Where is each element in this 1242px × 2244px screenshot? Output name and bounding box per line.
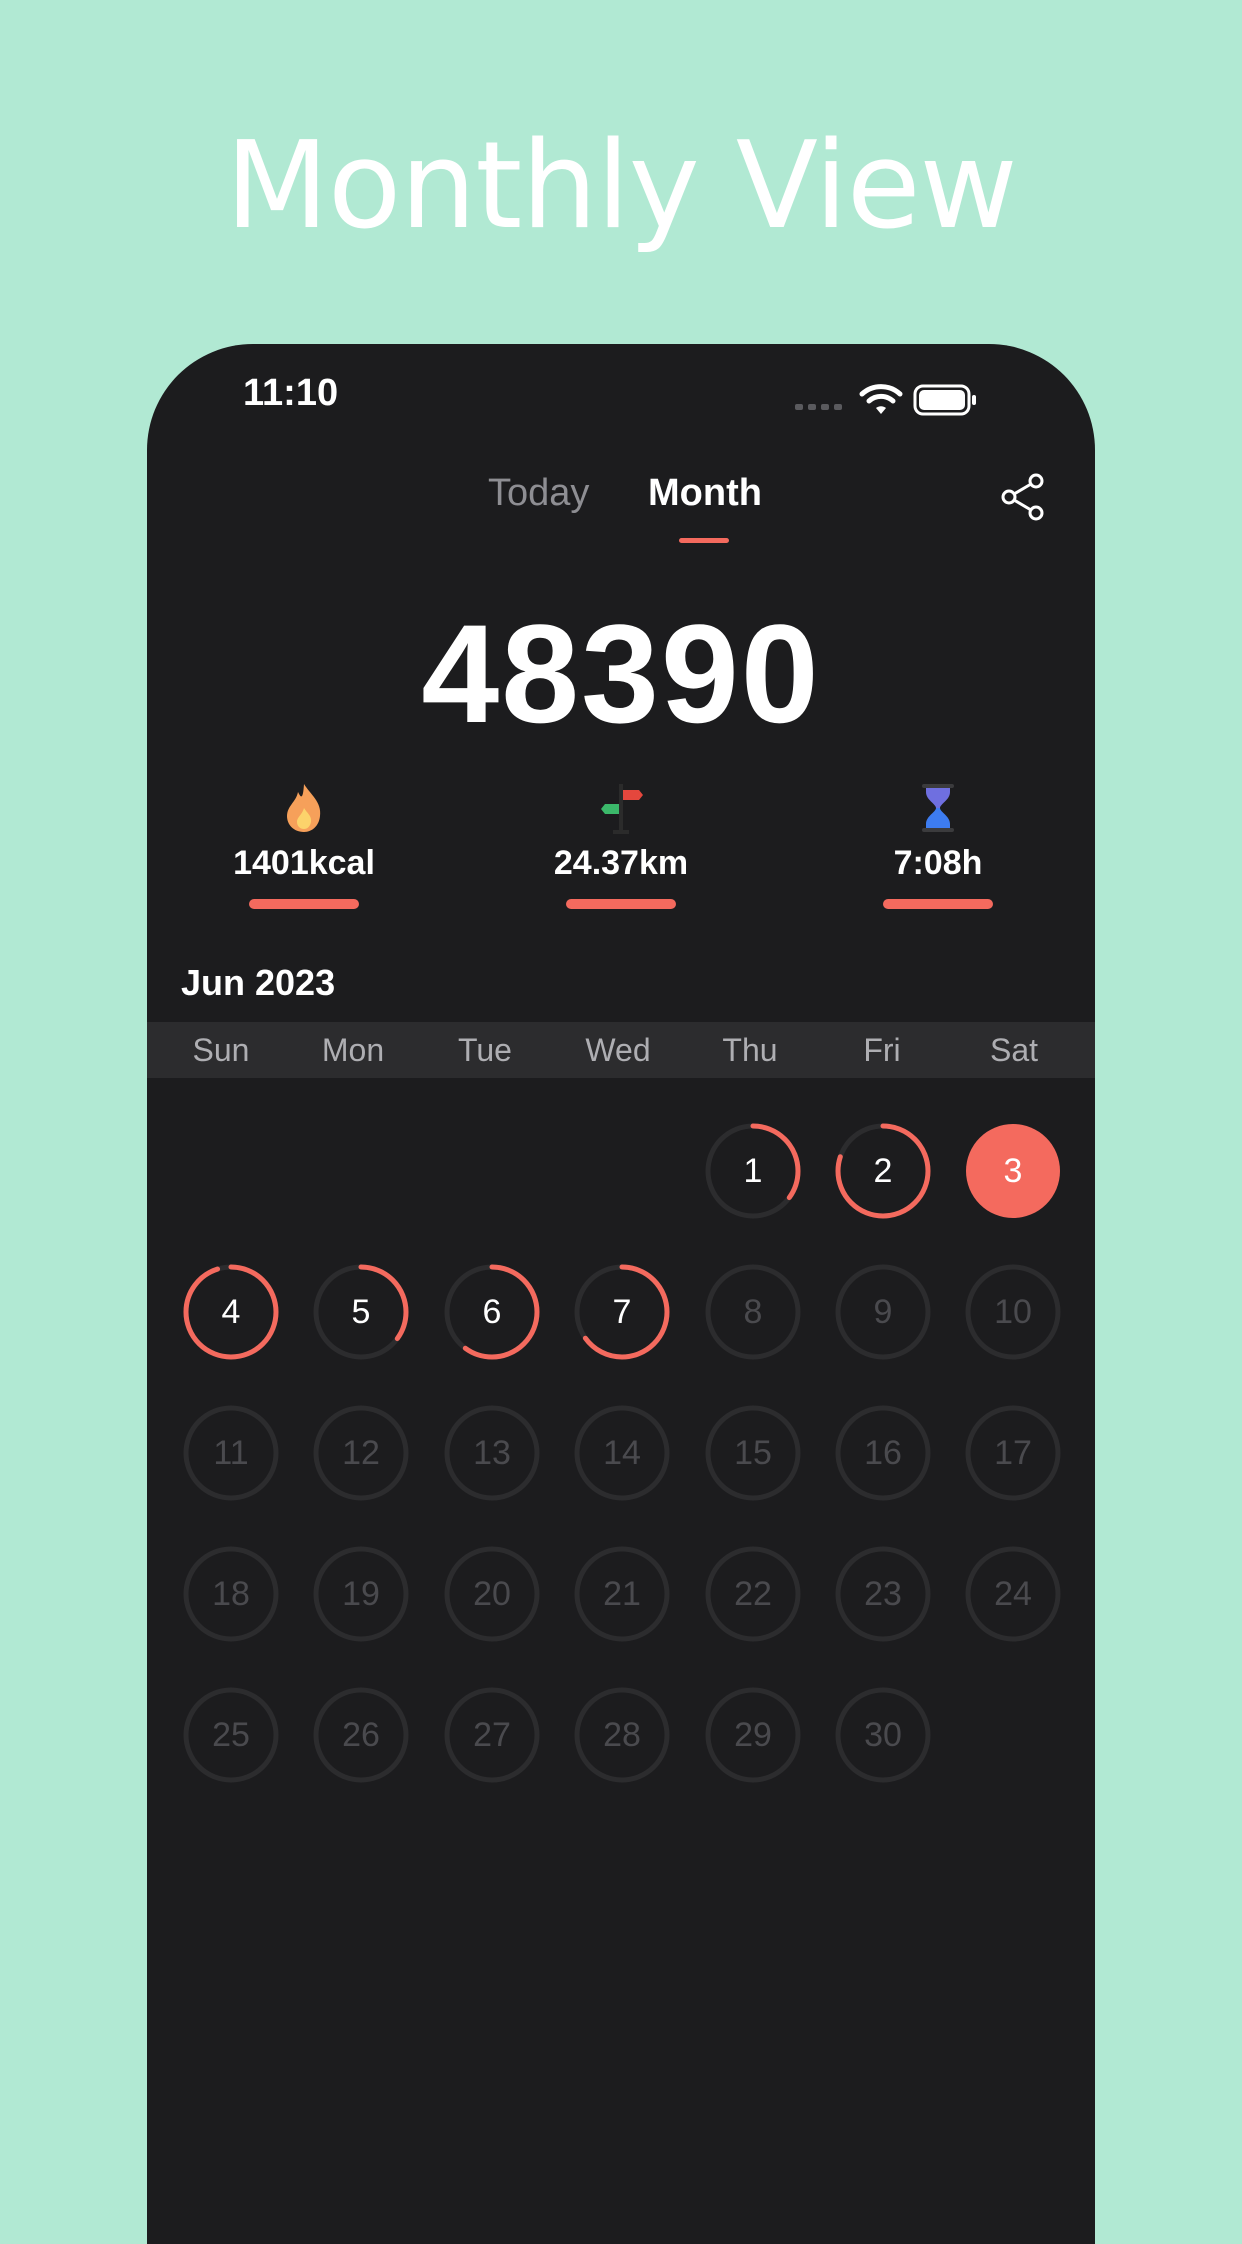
calendar-day[interactable]: 28 [573,1686,671,1784]
calendar-day[interactable]: 15 [704,1404,802,1502]
calendar-day[interactable]: 22 [704,1545,802,1643]
day-number: 17 [994,1434,1032,1472]
view-tabs: Today Month [147,472,1095,562]
day-number: 15 [734,1434,772,1472]
promo-title: Monthly View [225,117,1017,256]
day-number: 25 [212,1716,250,1754]
day-number: 23 [864,1575,902,1613]
calendar-day[interactable]: 30 [834,1686,932,1784]
day-number: 14 [603,1434,641,1472]
day-number: 19 [342,1575,380,1613]
calendar-month-label: Jun 2023 [181,962,336,1003]
calendar-day[interactable]: 13 [443,1404,541,1502]
phone-screen: 11:10 Today Month 48390 1401kcal 24.37km… [147,344,1095,2244]
weekday-mon: Mon [321,1032,385,1068]
calendar-day[interactable]: 2 [834,1122,932,1220]
day-number: 16 [864,1434,902,1472]
day-number: 6 [482,1293,502,1331]
calendar-day[interactable]: 7 [573,1263,671,1361]
day-number: 30 [864,1716,902,1754]
calendar-day[interactable]: 23 [834,1545,932,1643]
day-number: 26 [342,1716,380,1754]
calendar-day[interactable]: 29 [704,1686,802,1784]
day-number: 2 [873,1152,893,1190]
day-number: 29 [734,1716,772,1754]
weekday-fri: Fri [863,1032,901,1068]
signal-icon [795,404,842,410]
calendar-day[interactable]: 19 [312,1545,410,1643]
weekday-tue: Tue [458,1032,512,1068]
day-number: 10 [994,1293,1032,1331]
day-number: 5 [351,1293,371,1331]
calendar-day[interactable]: 12 [312,1404,410,1502]
calendar-day[interactable]: 4 [182,1263,280,1361]
calendar-day[interactable]: 5 [312,1263,410,1361]
day-number: 22 [734,1575,772,1613]
calendar-day[interactable]: 8 [704,1263,802,1361]
calendar-day[interactable]: 24 [964,1545,1062,1643]
total-steps: 48390 [421,595,821,752]
day-number: 3 [1003,1152,1023,1190]
calendar-day[interactable]: 20 [443,1545,541,1643]
calendar-day[interactable]: 14 [573,1404,671,1502]
day-number: 8 [743,1293,763,1331]
calendar-day[interactable]: 26 [312,1686,410,1784]
tab-active-indicator [679,538,729,543]
calendar-day[interactable]: 18 [182,1545,280,1643]
signpost-icon [601,784,643,834]
stat-distance: 24.37km [516,780,726,909]
calendar-day[interactable]: 11 [182,1404,280,1502]
day-number: 20 [473,1575,511,1613]
wifi-icon [859,384,903,414]
weekday-header: Sun Mon Tue Wed Thu Fri Sat [147,1022,1095,1078]
battery-icon [913,384,976,416]
calendar-day[interactable]: 27 [443,1686,541,1784]
day-number: 27 [473,1716,511,1754]
day-number: 7 [612,1293,632,1331]
calendar-day[interactable]: 16 [834,1404,932,1502]
calendar-day[interactable]: 21 [573,1545,671,1643]
day-number: 4 [221,1293,241,1331]
weekday-sun: Sun [192,1032,250,1068]
day-number: 11 [213,1434,249,1472]
day-number: 12 [342,1434,380,1472]
day-number: 1 [743,1152,763,1190]
duration-value: 7:08h [893,844,983,882]
duration-bar [883,899,993,909]
weekday-thu: Thu [722,1032,778,1068]
tab-month[interactable]: Month [648,472,762,515]
calendar-day[interactable]: 6 [443,1263,541,1361]
day-number: 21 [603,1575,641,1613]
calories-bar [249,899,359,909]
calendar-day[interactable]: 10 [964,1263,1062,1361]
day-number: 9 [873,1293,893,1331]
day-number: 13 [473,1434,511,1472]
calendar-day[interactable]: 3 [964,1122,1062,1220]
weekday-sat: Sat [989,1032,1039,1068]
share-icon[interactable] [1000,472,1046,522]
calendar-day[interactable]: 25 [182,1686,280,1784]
distance-bar [566,899,676,909]
hourglass-icon [922,784,954,832]
calories-value: 1401kcal [233,844,375,882]
status-time: 11:10 [243,372,339,414]
tab-today[interactable]: Today [488,472,589,515]
flame-icon [287,784,321,832]
stat-duration: 7:08h [833,780,1043,909]
day-number: 28 [603,1716,641,1754]
distance-value: 24.37km [553,844,689,882]
calendar-day[interactable]: 9 [834,1263,932,1361]
stat-calories: 1401kcal [199,780,409,909]
day-number: 18 [212,1575,250,1613]
weekday-wed: Wed [585,1032,651,1068]
calendar-day[interactable]: 17 [964,1404,1062,1502]
calendar-day[interactable]: 1 [704,1122,802,1220]
day-number: 24 [994,1575,1032,1613]
